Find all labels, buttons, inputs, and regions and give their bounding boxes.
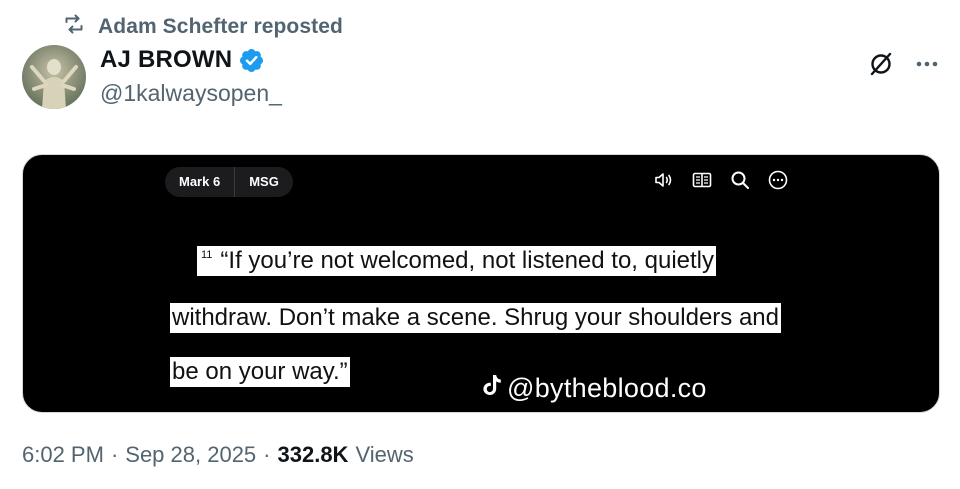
verse-number: 11 <box>201 249 213 261</box>
separator: · <box>110 442 119 467</box>
separator: · <box>263 442 271 467</box>
verse-line-1: 11 “If you’re not welcomed, not listened … <box>197 246 717 276</box>
post-time[interactable]: 6:02 PM <box>22 442 104 468</box>
tiktok-icon <box>481 373 503 404</box>
more-icon <box>916 61 938 67</box>
repost-header[interactable]: Adam Schefter reposted <box>62 12 343 41</box>
post-date[interactable]: Sep 28, 2025 <box>125 442 256 468</box>
verse-line-3: be on your way.” <box>170 357 350 387</box>
display-name[interactable]: AJ BROWN <box>100 46 232 74</box>
media-video[interactable]: Mark 6 MSG 11 “If you’re not welcomed, n… <box>22 154 940 413</box>
verse-line-1-text: “If you’re not welcomed, not listened to… <box>220 247 715 274</box>
repost-label: Adam Schefter reposted <box>98 14 343 38</box>
avatar[interactable] <box>22 45 86 109</box>
verified-badge-icon[interactable] <box>238 47 265 74</box>
post-metadata: 6:02 PM · Sep 28, 2025 · 332.8K Views <box>22 442 414 468</box>
more-options-button[interactable] <box>912 49 942 79</box>
author-name-row[interactable]: AJ BROWN <box>100 46 265 74</box>
author-handle[interactable]: @1kalwaysopen_ <box>100 80 282 107</box>
watermark-text: @bytheblood.co <box>507 373 707 403</box>
grok-icon <box>870 52 892 76</box>
views-count: 332.8K <box>277 442 349 467</box>
verse-line-2: withdraw. Don’t make a scene. Shrug your… <box>170 303 781 333</box>
repost-icon <box>62 12 86 41</box>
views-label: Views <box>355 442 414 467</box>
grok-button[interactable] <box>866 49 896 79</box>
tiktok-watermark: @bytheblood.co <box>481 373 707 404</box>
